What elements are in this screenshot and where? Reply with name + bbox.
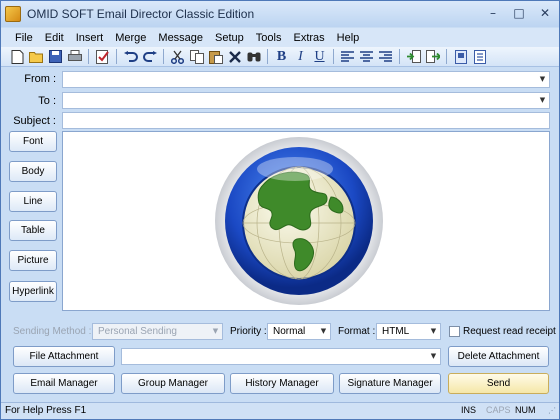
redo-icon[interactable] [141, 48, 158, 65]
app-icon [5, 6, 21, 22]
file-attachment-button[interactable]: File Attachment [13, 346, 115, 367]
chevron-down-icon[interactable]: ▼ [427, 324, 440, 339]
spellcheck-icon[interactable] [94, 48, 111, 65]
italic-icon[interactable]: I [292, 48, 309, 65]
align-right-icon[interactable] [377, 48, 394, 65]
send-button[interactable]: Send [448, 373, 549, 394]
priority-value: Normal [273, 326, 306, 337]
minimize-button[interactable]: – [485, 5, 501, 21]
menu-setup[interactable]: Setup [209, 32, 250, 44]
table-button[interactable]: Table [9, 220, 57, 241]
undo-icon[interactable] [122, 48, 139, 65]
attach-doc-icon[interactable] [452, 48, 469, 65]
insert-field-icon[interactable] [405, 48, 422, 65]
read-receipt-label: Request read receipt [463, 326, 556, 337]
menu-extras[interactable]: Extras [287, 32, 330, 44]
menu-tools[interactable]: Tools [250, 32, 288, 44]
font-button[interactable]: Font [9, 131, 57, 152]
history-manager-button[interactable]: History Manager [230, 373, 334, 394]
resize-grip-icon[interactable]: ⋰ [548, 406, 556, 415]
cut-icon[interactable] [169, 48, 186, 65]
format-label: Format : [338, 326, 376, 337]
globe-image [213, 135, 385, 307]
toolbar-separator [163, 49, 164, 64]
group-manager-button[interactable]: Group Manager [121, 373, 225, 394]
format-select[interactable]: HTML ▼ [376, 323, 441, 340]
paste-icon[interactable] [207, 48, 224, 65]
menu-message[interactable]: Message [152, 32, 209, 44]
menu-insert[interactable]: Insert [70, 32, 110, 44]
menu-file[interactable]: File [9, 32, 39, 44]
save-icon[interactable] [47, 48, 64, 65]
priority-label: Priority : [230, 326, 267, 337]
line-button[interactable]: Line [9, 191, 57, 212]
from-field[interactable]: ▼ [62, 71, 550, 88]
subject-label: Subject : [13, 115, 56, 127]
align-center-icon[interactable] [358, 48, 375, 65]
export-icon[interactable] [424, 48, 441, 65]
from-label: From : [24, 73, 56, 85]
status-bar: For Help Press F1 INS CAPS NUM ⋰ [1, 402, 559, 419]
chevron-down-icon[interactable]: ▼ [536, 72, 549, 87]
app-window: OMID SOFT Email Director Classic Edition… [0, 0, 560, 420]
toolbar-separator [399, 49, 400, 64]
toolbar-separator [88, 49, 89, 64]
copy-icon[interactable] [188, 48, 205, 65]
delete-icon[interactable] [226, 48, 243, 65]
menu-bar: File Edit Insert Merge Message Setup Too… [1, 28, 559, 47]
read-receipt-checkbox[interactable] [449, 326, 460, 337]
title-bar[interactable]: OMID SOFT Email Director Classic Edition… [1, 1, 559, 27]
window-title: OMID SOFT Email Director Classic Edition [27, 7, 255, 21]
menu-help[interactable]: Help [331, 32, 366, 44]
delete-attachment-button[interactable]: Delete Attachment [448, 346, 549, 367]
chevron-down-icon[interactable]: ▼ [536, 93, 549, 108]
close-button[interactable]: ✕ [537, 5, 553, 21]
email-manager-button[interactable]: Email Manager [13, 373, 115, 394]
sending-method-select: Personal Sending ▼ [92, 323, 223, 340]
chevron-down-icon[interactable]: ▼ [317, 324, 330, 339]
status-help-text: For Help Press F1 [5, 405, 87, 416]
menu-merge[interactable]: Merge [109, 32, 152, 44]
toolbar-separator [116, 49, 117, 64]
maximize-button[interactable]: □ [511, 5, 527, 21]
picture-button[interactable]: Picture [9, 250, 57, 271]
menu-edit[interactable]: Edit [39, 32, 70, 44]
print-icon[interactable] [66, 48, 83, 65]
chevron-down-icon: ▼ [212, 327, 219, 335]
find-icon[interactable] [245, 48, 262, 65]
hyperlink-button[interactable]: Hyperlink [9, 281, 57, 302]
settings-doc-icon[interactable] [471, 48, 488, 65]
bold-icon[interactable]: B [273, 48, 290, 65]
message-body-editor[interactable] [62, 131, 550, 311]
new-doc-icon[interactable] [9, 48, 26, 65]
align-left-icon[interactable] [339, 48, 356, 65]
signature-manager-button[interactable]: Signature Manager [339, 373, 441, 394]
toolbar-separator [333, 49, 334, 64]
open-folder-icon[interactable] [28, 48, 45, 65]
toolbar-separator [267, 49, 268, 64]
toolbar-separator [446, 49, 447, 64]
status-caps: CAPS [486, 405, 511, 415]
toolbar: B I U [1, 47, 559, 67]
sending-method-value: Personal Sending [98, 326, 177, 337]
underline-icon[interactable]: U [311, 48, 328, 65]
chevron-down-icon[interactable]: ▼ [427, 349, 440, 364]
body-button[interactable]: Body [9, 161, 57, 182]
window-controls: – □ ✕ [485, 5, 553, 21]
format-value: HTML [382, 326, 410, 337]
subject-field[interactable] [62, 112, 550, 129]
status-num: NUM [515, 405, 536, 415]
to-field[interactable]: ▼ [62, 92, 550, 109]
to-label: To : [38, 95, 56, 107]
attachment-field[interactable]: ▼ [121, 348, 441, 365]
sending-method-label: Sending Method : [13, 326, 92, 337]
status-ins: INS [461, 405, 477, 415]
priority-select[interactable]: Normal ▼ [267, 323, 331, 340]
